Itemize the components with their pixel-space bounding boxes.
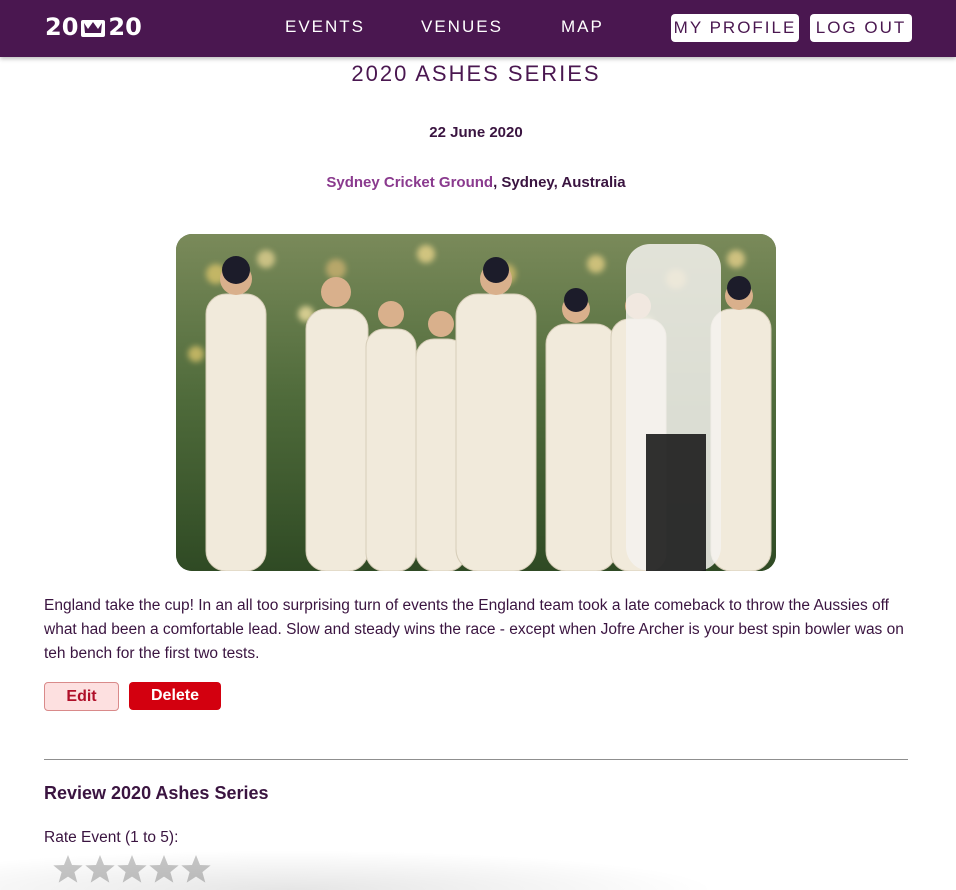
star-icon-5[interactable] (180, 853, 212, 885)
log-out-button[interactable]: LOG OUT (810, 14, 912, 42)
cricket-team-photo (176, 234, 776, 571)
nav-link-map[interactable]: MAP (561, 17, 604, 37)
venue-location-text: , Sydney, Australia (493, 174, 626, 191)
review-heading: Review 2020 Ashes Series (44, 783, 269, 803)
venue-link[interactable]: Sydney Cricket Ground (326, 174, 493, 191)
nav-link-venues[interactable]: VENUES (421, 17, 503, 37)
site-logo[interactable]: 20 20 (45, 12, 142, 42)
star-rating[interactable] (52, 853, 212, 885)
event-photo (176, 234, 776, 571)
event-description: England take the cup! In an all too surp… (44, 597, 904, 662)
delete-button[interactable]: Delete (129, 682, 221, 710)
event-location: Sydney Cricket Ground, Sydney, Australia (0, 174, 952, 191)
logo-text-left: 20 (45, 13, 79, 41)
rate-event-label: Rate Event (1 to 5): (44, 829, 179, 846)
logo-text-right: 20 (108, 13, 142, 41)
my-profile-button[interactable]: MY PROFILE (671, 14, 799, 42)
star-icon-4[interactable] (148, 853, 180, 885)
top-navbar: 20 20 EVENTS VENUES MAP MY PROFILE LOG O… (0, 0, 956, 57)
star-icon-1[interactable] (52, 853, 84, 885)
event-date: 22 June 2020 (429, 124, 523, 141)
event-title: 2020 ASHES SERIES (351, 61, 601, 86)
section-divider (44, 759, 908, 760)
star-icon-2[interactable] (84, 853, 116, 885)
nav-link-events[interactable]: EVENTS (285, 17, 365, 37)
crown-icon (81, 20, 106, 37)
edit-button[interactable]: Edit (44, 682, 119, 711)
star-icon-3[interactable] (116, 853, 148, 885)
